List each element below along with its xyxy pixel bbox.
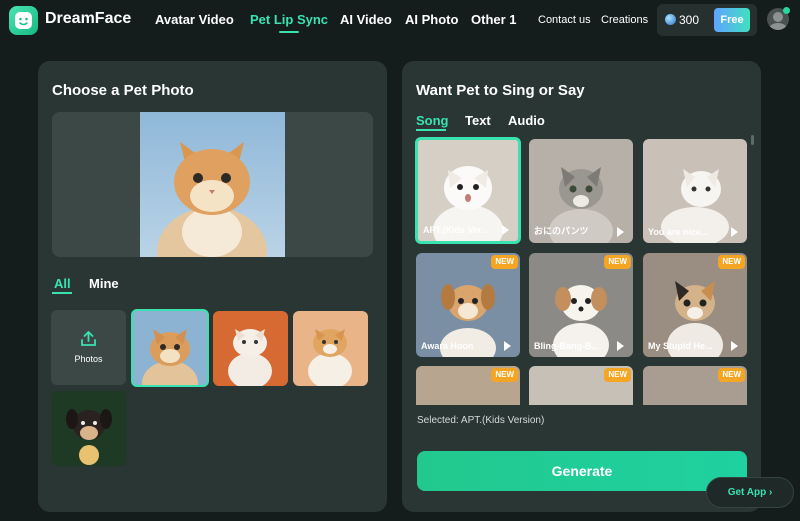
song-list-scrollbar[interactable]: [751, 135, 754, 145]
creations-link[interactable]: Creations: [601, 14, 648, 26]
song-card-row3-2[interactable]: NEW: [529, 366, 633, 405]
preview-cat-image: [140, 112, 285, 257]
tab-mine[interactable]: Mine: [89, 276, 119, 291]
credits-value: 300: [679, 13, 700, 27]
nav-ai-video[interactable]: AI Video: [340, 12, 392, 27]
song-label: Awara Hoon: [421, 341, 474, 351]
song-label: You are nice...: [648, 227, 709, 237]
nav-active-underline: [279, 31, 299, 33]
generate-button[interactable]: Generate: [417, 451, 747, 491]
new-badge: NEW: [604, 255, 631, 269]
photo-thumb-chubby-cat-orange-bg[interactable]: [213, 311, 288, 386]
song-label: おにのパンツ: [534, 226, 589, 236]
song-card-apt-kids-version[interactable]: APT.(Kids Ver...: [415, 137, 521, 244]
upload-label: Photos: [74, 354, 103, 364]
nav-other[interactable]: Other 1: [471, 12, 517, 27]
new-badge: NEW: [491, 368, 518, 382]
song-label: My Stupid He...: [648, 341, 713, 351]
contact-us-link[interactable]: Contact us: [538, 14, 591, 26]
tab-all[interactable]: All: [54, 276, 71, 291]
song-card-row3-3[interactable]: NEW: [643, 366, 747, 405]
coin-icon: [665, 14, 676, 25]
sing-or-say-title: Want Pet to Sing or Say: [416, 82, 585, 99]
song-label: APT.(Kids Ver...: [423, 225, 489, 235]
play-icon[interactable]: [504, 341, 511, 351]
song-card-you-are-nice[interactable]: You are nice...: [643, 139, 747, 243]
tab-song-underline: [416, 129, 446, 131]
play-icon[interactable]: [617, 341, 624, 351]
song-card-row3-1[interactable]: NEW: [416, 366, 520, 405]
tab-song[interactable]: Song: [416, 113, 449, 128]
play-icon[interactable]: [731, 341, 738, 351]
photo-thumb-chubby-cat-peach-bg[interactable]: [293, 311, 368, 386]
play-icon[interactable]: [502, 225, 509, 235]
credits-box: 300 Free: [657, 4, 757, 36]
song-card-oni-no-pants[interactable]: おにのパンツ: [529, 139, 633, 243]
play-icon[interactable]: [731, 227, 738, 237]
top-nav-bar: DreamFace Avatar Video Pet Lip Sync AI V…: [0, 0, 800, 42]
tab-audio[interactable]: Audio: [508, 113, 545, 128]
get-app-button[interactable]: Get App ›: [706, 477, 794, 508]
song-label: Bling-Bang-B...: [534, 341, 599, 351]
notification-dot: [783, 7, 790, 14]
brand-name[interactable]: DreamFace: [45, 10, 131, 28]
nav-pet-lip-sync[interactable]: Pet Lip Sync: [250, 12, 328, 27]
new-badge: NEW: [718, 368, 745, 382]
upload-icon: [81, 331, 96, 346]
tab-text[interactable]: Text: [465, 113, 491, 128]
song-card-bling-bang-bang[interactable]: NEW Bling-Bang-B...: [529, 253, 633, 357]
photo-thumb-puppy-with-light[interactable]: [52, 391, 127, 466]
choose-photo-title: Choose a Pet Photo: [52, 82, 194, 99]
dreamface-logo-icon[interactable]: [9, 6, 38, 35]
photo-preview: [52, 112, 373, 257]
song-card-my-stupid-heart[interactable]: NEW My Stupid He...: [643, 253, 747, 357]
selected-song-text: Selected: APT.(Kids Version): [417, 415, 545, 426]
new-badge: NEW: [491, 255, 518, 269]
free-button[interactable]: Free: [714, 8, 750, 32]
new-badge: NEW: [718, 255, 745, 269]
new-badge: NEW: [604, 368, 631, 382]
play-icon[interactable]: [617, 227, 624, 237]
song-card-awara-hoon[interactable]: NEW Awara Hoon: [416, 253, 520, 357]
nav-ai-photo[interactable]: AI Photo: [405, 12, 458, 27]
tab-all-underline: [52, 292, 72, 294]
upload-photos-button[interactable]: Photos: [51, 310, 126, 385]
photo-thumb-orange-tabby-cat[interactable]: [131, 309, 209, 387]
nav-avatar-video[interactable]: Avatar Video: [155, 12, 234, 27]
